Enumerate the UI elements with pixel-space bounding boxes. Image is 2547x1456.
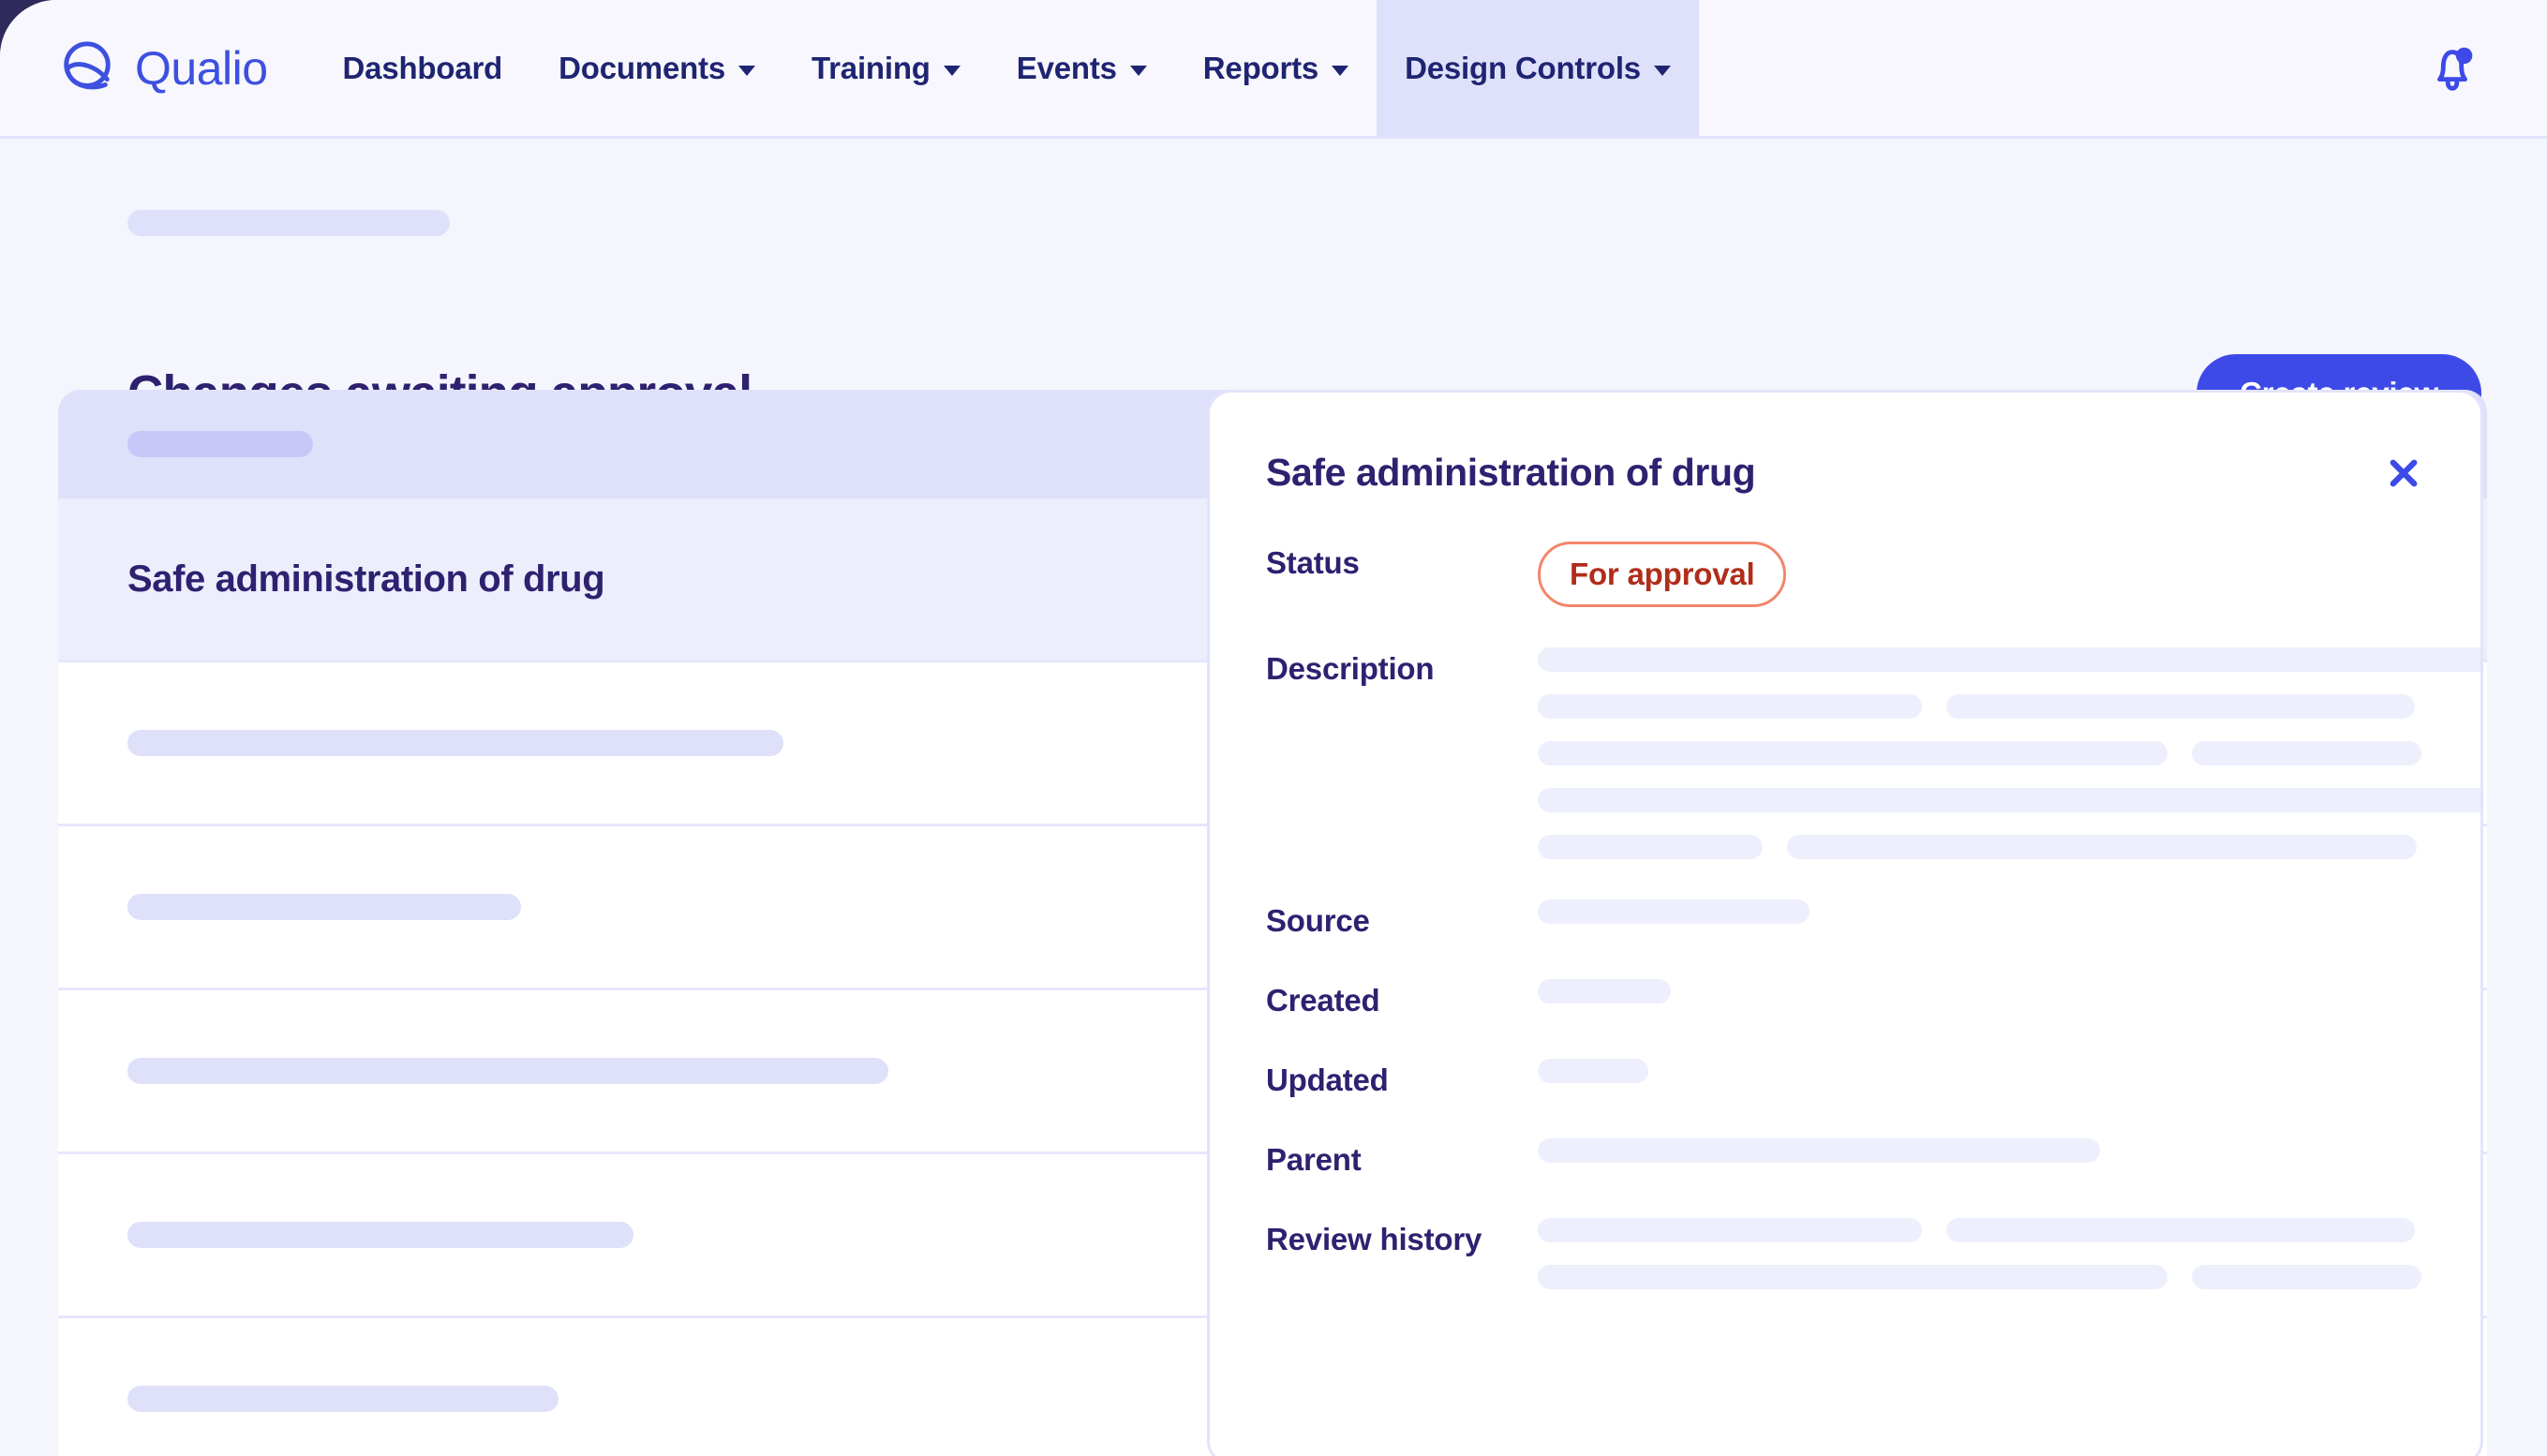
field-label: Source	[1266, 899, 1538, 939]
nav-item-events[interactable]: Events	[989, 0, 1175, 136]
field-value-skeleton	[1538, 1138, 2424, 1163]
list-item-skeleton	[127, 1386, 559, 1412]
chevron-down-icon	[1130, 66, 1147, 76]
nav-item-training[interactable]: Training	[783, 0, 989, 136]
list-item-title: Safe administration of drug	[127, 558, 604, 601]
field-label: Description	[1266, 647, 1538, 687]
nav-item-design-controls[interactable]: Design Controls	[1377, 0, 1699, 136]
chevron-down-icon	[1332, 66, 1348, 76]
list-item-skeleton	[127, 730, 783, 756]
detail-panel-title: Safe administration of drug	[1266, 451, 1755, 495]
status-badge: For approval	[1538, 542, 1786, 607]
chevron-down-icon	[738, 66, 755, 76]
field-parent: Parent	[1266, 1138, 2424, 1178]
close-icon	[2385, 454, 2422, 492]
field-value-skeleton	[1538, 1218, 2424, 1289]
notification-badge-dot	[2456, 47, 2472, 63]
field-value-skeleton	[1538, 899, 2424, 924]
list-item-skeleton	[127, 1222, 633, 1248]
brand-logo[interactable]: Qualio	[0, 0, 315, 136]
list-item-skeleton	[127, 894, 521, 920]
application-window: Qualio Dashboard Documents Training Even…	[0, 0, 2547, 1456]
field-value: For approval	[1538, 542, 2424, 607]
field-description: Description	[1266, 647, 2424, 859]
field-created: Created	[1266, 979, 2424, 1018]
notifications-button[interactable]	[2423, 0, 2547, 136]
top-navigation-bar: Qualio Dashboard Documents Training Even…	[0, 0, 2547, 139]
nav-spacer	[1699, 0, 2423, 136]
chevron-down-icon	[1654, 66, 1671, 76]
field-review-history: Review history	[1266, 1218, 2424, 1289]
field-source: Source	[1266, 899, 2424, 939]
field-updated: Updated	[1266, 1059, 2424, 1098]
field-status: Status For approval	[1266, 542, 2424, 607]
chevron-down-icon	[944, 66, 961, 76]
qualio-logo-icon	[58, 39, 116, 97]
field-label: Created	[1266, 979, 1538, 1018]
nav-item-label: Training	[812, 51, 931, 86]
field-label: Status	[1266, 542, 1538, 581]
detail-panel-header: Safe administration of drug	[1210, 393, 2480, 495]
list-item-skeleton	[127, 1058, 888, 1084]
field-label: Parent	[1266, 1138, 1538, 1178]
nav-item-documents[interactable]: Documents	[530, 0, 783, 136]
nav-item-label: Reports	[1203, 51, 1318, 86]
nav-items: Dashboard Documents Training Events Repo…	[315, 0, 1699, 136]
close-panel-button[interactable]	[2383, 453, 2424, 494]
field-label: Review history	[1266, 1218, 1538, 1257]
change-detail-panel: Safe administration of drug Status For a…	[1207, 390, 2483, 1456]
field-value-skeleton	[1538, 1059, 2424, 1083]
brand-name: Qualio	[135, 45, 268, 92]
list-header-skeleton	[127, 431, 313, 457]
nav-item-label: Dashboard	[343, 51, 503, 86]
field-label: Updated	[1266, 1059, 1538, 1098]
nav-item-reports[interactable]: Reports	[1175, 0, 1377, 136]
nav-item-dashboard[interactable]: Dashboard	[315, 0, 531, 136]
field-value-skeleton	[1538, 647, 2483, 859]
field-value-skeleton	[1538, 979, 2424, 1003]
bell-icon	[2423, 39, 2481, 97]
detail-panel-body: Status For approval Description Source	[1210, 542, 2480, 1289]
nav-item-label: Events	[1017, 51, 1117, 86]
breadcrumb-skeleton	[127, 210, 450, 236]
nav-item-label: Design Controls	[1405, 51, 1641, 86]
nav-item-label: Documents	[559, 51, 725, 86]
page-header: Changes awaiting approval Create review	[0, 139, 2547, 390]
